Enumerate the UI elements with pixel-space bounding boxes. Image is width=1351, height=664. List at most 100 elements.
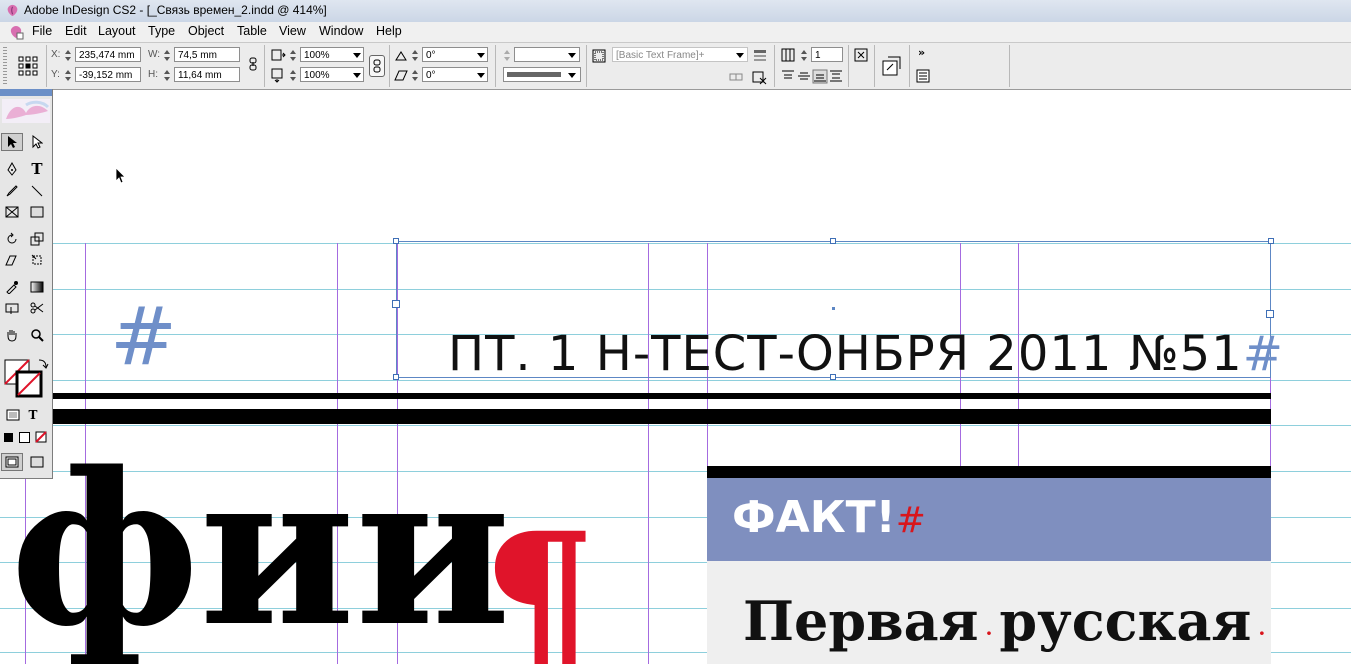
stroke-weight-stepper[interactable] [503, 48, 511, 63]
selection-tool[interactable] [1, 133, 23, 151]
scissors-icon [30, 302, 44, 314]
scale-x-stepper[interactable] [289, 48, 297, 63]
frame-in-port[interactable] [392, 300, 400, 308]
columns-stepper[interactable] [800, 48, 808, 63]
x-stepper[interactable] [64, 48, 72, 63]
shear-stepper[interactable] [411, 68, 419, 83]
hand-tool[interactable] [1, 326, 23, 344]
scale-tool[interactable] [26, 230, 48, 248]
menu-layout[interactable]: Layout [96, 24, 138, 38]
formatting-text-button[interactable]: T [22, 406, 44, 424]
menu-type[interactable]: Type [146, 24, 177, 38]
menu-view[interactable]: View [277, 24, 308, 38]
hand-icon [7, 330, 17, 342]
document-canvas[interactable]: Н # ПТ. 1 Н-ТЕСТ-ОНБРЯ 2011 №51# ФАКТ!# … [0, 90, 1351, 664]
direct-selection-tool[interactable] [26, 133, 48, 151]
constrain-scale-button[interactable] [369, 55, 385, 77]
stroke-type-dropdown[interactable] [568, 73, 576, 78]
dateline-hash-mark: # [1242, 326, 1284, 382]
align-center-icon[interactable] [796, 68, 812, 84]
rotate-tool[interactable] [1, 230, 23, 248]
space-marker: · [1251, 621, 1266, 645]
document-menu-icon[interactable] [8, 24, 24, 40]
button-tool[interactable] [1, 299, 23, 317]
dateline-text: ПТ. 1 Н-ТЕСТ-ОНБРЯ 2011 №51 [448, 326, 1243, 382]
fact-box-header[interactable]: ФАКТ!# [707, 478, 1271, 561]
fill-stroke-swatches[interactable] [3, 358, 49, 398]
menu-file[interactable]: File [30, 24, 54, 38]
constrain-proportions-icon[interactable] [245, 56, 261, 72]
reference-point-icon[interactable] [18, 56, 38, 76]
frame-out-port[interactable] [1266, 310, 1274, 318]
frame-handle-top-left[interactable] [393, 238, 399, 244]
rectangle-tool[interactable] [26, 203, 48, 221]
control-panel: X: 235,474 mm Y: -39,152 mm W: 74,5 mm H… [0, 43, 1351, 90]
y-stepper[interactable] [64, 68, 72, 83]
align-top-icon[interactable] [780, 68, 796, 84]
h-stepper[interactable] [163, 68, 171, 83]
panel-menu-icon[interactable] [915, 68, 931, 84]
menu-window[interactable]: Window [317, 24, 365, 38]
scale-y-dropdown[interactable] [353, 73, 361, 78]
menu-table[interactable]: Table [235, 24, 269, 38]
apply-none-button[interactable] [30, 428, 52, 446]
w-field[interactable]: 74,5 mm [174, 47, 240, 62]
type-tool[interactable]: T [26, 160, 48, 178]
scale-x-dropdown[interactable] [353, 53, 361, 58]
shear-dropdown[interactable] [477, 73, 485, 78]
gradient-tool[interactable] [26, 278, 48, 296]
y-field[interactable]: -39,152 mm [75, 67, 141, 82]
line-tool[interactable] [26, 182, 48, 200]
object-style-select[interactable]: [Basic Text Frame]+ [612, 47, 748, 62]
fact-box-body[interactable]: Первая · русская · [707, 561, 1271, 664]
tools-panel-titlebar[interactable] [0, 89, 52, 96]
pilcrow-mark: ¶ [482, 494, 597, 664]
columns-field[interactable]: 1 [811, 47, 843, 62]
justify-vertical-icon[interactable] [828, 68, 844, 84]
scale-y-stepper[interactable] [289, 68, 297, 83]
shear-tool-icon [5, 255, 17, 266]
fact-body-text: Первая · русская · [743, 589, 1265, 653]
x-field[interactable]: 235,474 mm [75, 47, 141, 62]
text-frame-options-icon[interactable] [853, 47, 869, 63]
object-style-dropdown[interactable] [736, 53, 744, 58]
masthead-thin-rule[interactable] [53, 393, 1271, 399]
w-stepper[interactable] [163, 48, 171, 63]
rotate-stepper[interactable] [411, 48, 419, 63]
object-styles-panel-icon[interactable] [752, 47, 768, 63]
free-transform-tool[interactable] [26, 251, 48, 269]
frame-handle-top-center[interactable] [830, 238, 836, 244]
headline-fragment[interactable]: фии [10, 445, 511, 655]
rectangle-frame-tool[interactable] [1, 203, 23, 221]
h-field[interactable]: 11,64 mm [174, 67, 240, 82]
panel-grip[interactable] [3, 47, 7, 85]
stroke-weight-dropdown[interactable] [568, 53, 576, 58]
panel-more-chevrons-icon[interactable]: » [918, 46, 925, 59]
preview-mode-button[interactable] [26, 453, 48, 471]
frame-handle-top-right[interactable] [1268, 238, 1274, 244]
frame-handle-bottom-left[interactable] [393, 374, 399, 380]
formatting-container-button[interactable] [2, 406, 24, 424]
menu-edit[interactable]: Edit [63, 24, 89, 38]
masthead-thick-rule[interactable] [53, 409, 1271, 424]
fit-content-icon[interactable] [880, 55, 904, 79]
normal-view-mode-button[interactable] [1, 453, 23, 471]
scissors-tool[interactable] [26, 299, 48, 317]
shear-tool[interactable] [1, 251, 23, 269]
pencil-tool[interactable] [1, 182, 23, 200]
rotate-dropdown[interactable] [477, 53, 485, 58]
menu-help[interactable]: Help [374, 24, 404, 38]
frame-center-point [832, 307, 835, 310]
zoom-tool[interactable] [26, 326, 48, 344]
issue-dateline[interactable]: ПТ. 1 Н-ТЕСТ-ОНБРЯ 2011 №51# [448, 326, 1284, 382]
fact-hash-mark: # [895, 500, 926, 541]
align-bottom-icon[interactable] [812, 68, 828, 84]
adobe-online-butterfly-icon[interactable] [2, 99, 50, 123]
clear-overrides-icon[interactable] [728, 69, 744, 85]
menu-object[interactable]: Object [186, 24, 226, 38]
fact-box-top-rule[interactable] [707, 466, 1271, 478]
measure-tool[interactable] [1, 278, 23, 296]
pen-tool[interactable] [1, 160, 23, 178]
container-icon [6, 409, 20, 421]
clear-attributes-icon[interactable] [751, 69, 767, 85]
